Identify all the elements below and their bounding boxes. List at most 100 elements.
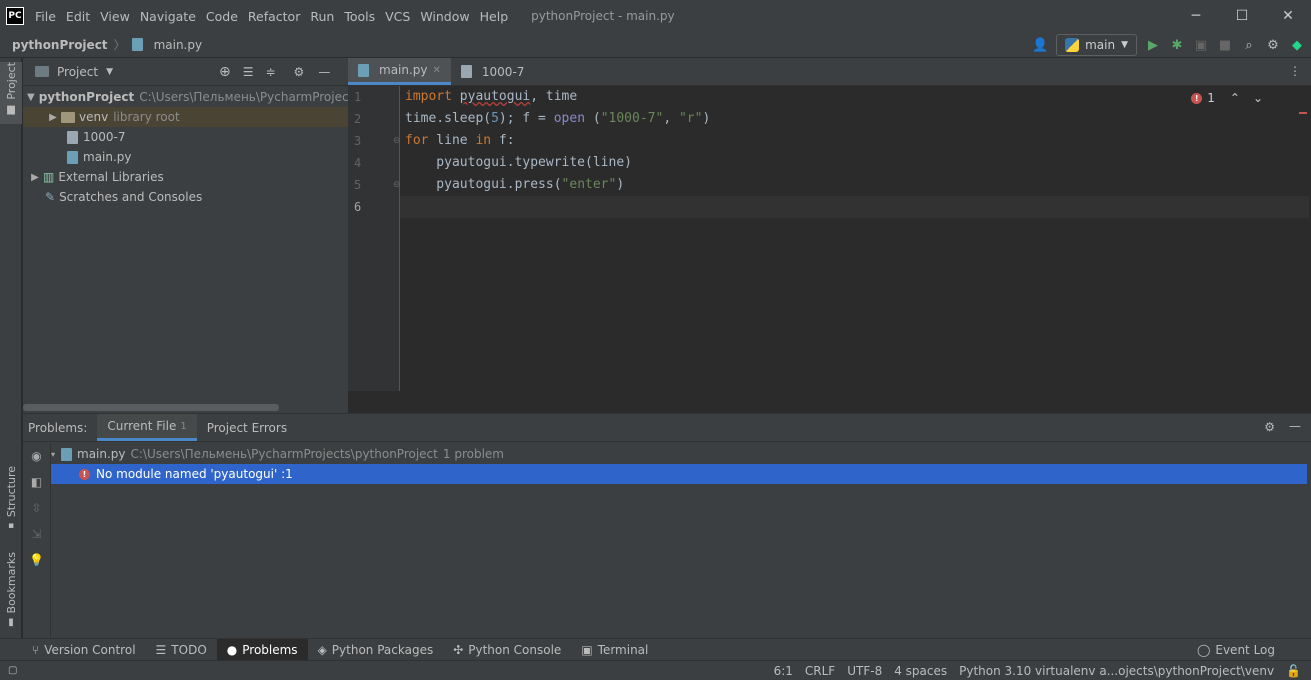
tree-item-external-libraries[interactable]: ▶ ▥ External Libraries <box>23 167 348 187</box>
tree-item-scratches[interactable]: ✎ Scratches and Consoles <box>23 187 348 207</box>
fold-icon[interactable]: ⊖ <box>393 136 401 146</box>
tree-item-venv[interactable]: ▶ venv library root <box>23 107 348 127</box>
menu-code[interactable]: Code <box>201 9 243 24</box>
tool-problems[interactable]: ● Problems <box>216 638 308 661</box>
tab-current-file[interactable]: Current File 1 <box>97 414 197 441</box>
gear-icon[interactable]: ⚙ <box>294 65 305 79</box>
locate-icon[interactable]: ⊕ <box>219 64 231 80</box>
problem-file-row[interactable]: ▾ main.py C:\Users\Пельмень\PycharmProje… <box>51 444 1307 464</box>
lock-icon[interactable]: 🔓 <box>1286 664 1301 678</box>
line-gutter: 1 2 3 4 5 6 ⊖ ⊖ <box>348 86 401 391</box>
close-icon[interactable]: ✕ <box>1265 0 1311 32</box>
tree-item-file-1000-7[interactable]: 1000-7 <box>23 127 348 147</box>
chevron-right-icon[interactable]: ▶ <box>45 112 61 123</box>
hide-icon[interactable]: — <box>1289 419 1301 433</box>
more-options-icon[interactable]: ⋮ <box>1289 64 1301 78</box>
main-menu: File Edit View Navigate Code Refactor Ru… <box>30 9 513 24</box>
eye-icon[interactable]: ◉ <box>23 443 50 469</box>
project-root-path: C:\Users\Пельмень\PycharmProjects <box>139 90 360 104</box>
chevron-down-icon[interactable]: ▼ <box>106 67 113 77</box>
tool-label: TODO <box>171 642 207 657</box>
menu-vcs[interactable]: VCS <box>380 9 415 24</box>
project-view-select[interactable]: Project <box>57 65 98 79</box>
error-indicator[interactable]: ! 1 ⌃ ⌄ <box>1191 91 1263 105</box>
python-interpreter[interactable]: Python 3.10 virtualenv a...ojects\python… <box>959 664 1274 678</box>
gear-icon[interactable]: ⚙ <box>1265 37 1281 53</box>
jetbrains-logo-icon[interactable]: ◆ <box>1289 37 1305 53</box>
user-icon[interactable]: 👤 <box>1032 37 1048 53</box>
tool-python-packages[interactable]: ◈ Python Packages <box>308 643 444 657</box>
tool-terminal[interactable]: ▣ Terminal <box>571 643 658 657</box>
tree-item-project-root[interactable]: ▼ pythonProject C:\Users\Пельмень\Pychar… <box>23 87 360 107</box>
tool-python-console[interactable]: ✣ Python Console <box>443 643 571 657</box>
lightbulb-icon[interactable]: 💡 <box>23 547 50 573</box>
problems-tabs: Problems: Current File 1 Project Errors … <box>23 414 1311 442</box>
expand-all-icon[interactable]: ☰ <box>243 65 254 79</box>
gear-icon[interactable]: ⚙ <box>1264 420 1275 434</box>
tree-item-file-main[interactable]: main.py <box>23 147 348 167</box>
project-tool-tab[interactable]: Project ▆ <box>0 62 22 124</box>
menu-run[interactable]: Run <box>305 9 339 24</box>
code-line-1: import pyautogui, time <box>405 89 578 104</box>
tab-label: Project Errors <box>206 420 288 435</box>
run-icon[interactable]: ▶ <box>1145 37 1161 53</box>
menu-navigate[interactable]: Navigate <box>135 9 201 24</box>
bookmarks-tool-tab[interactable]: Bookmarks ▮ <box>0 552 22 628</box>
run-configuration-select[interactable]: main ▼ <box>1056 34 1137 56</box>
chevron-down-icon[interactable]: ⌄ <box>1253 91 1263 105</box>
menu-edit[interactable]: Edit <box>61 9 95 24</box>
line-separator[interactable]: CRLF <box>805 664 835 678</box>
structure-tool-tab[interactable]: Structure ▪ <box>0 466 22 532</box>
expand-all-icon[interactable]: ⇳ <box>23 495 50 521</box>
menu-help[interactable]: Help <box>475 9 514 24</box>
folder-icon <box>35 66 49 77</box>
tool-event-log[interactable]: ◯ Event Log <box>1187 643 1285 657</box>
preview-icon[interactable]: ◧ <box>23 469 50 495</box>
file-encoding[interactable]: UTF-8 <box>847 664 882 678</box>
problem-error-row[interactable]: ! No module named 'pyautogui' :1 <box>51 464 1307 484</box>
bookmark-icon: ▮ <box>8 617 14 629</box>
project-panel-header: Project ▼ ⊕ ☰ ≑ ⚙ — <box>23 58 348 86</box>
search-icon[interactable]: ⌕ <box>1241 37 1257 53</box>
fold-icon[interactable]: ⊖ <box>393 180 401 190</box>
horizontal-scrollbar[interactable] <box>23 404 279 411</box>
line-number: 6 <box>354 200 362 214</box>
menu-window[interactable]: Window <box>415 9 474 24</box>
tab-main-py[interactable]: main.py ✕ <box>348 58 451 85</box>
breadcrumb-project[interactable]: pythonProject <box>12 38 108 52</box>
chevron-down-icon[interactable]: ▼ <box>27 92 35 103</box>
maximize-icon[interactable]: ☐ <box>1219 0 1265 32</box>
cursor-position[interactable]: 6:1 <box>774 664 793 678</box>
chevron-right-icon[interactable]: ▶ <box>27 172 43 183</box>
collapse-all-icon[interactable]: ≑ <box>265 65 275 79</box>
tool-label: Problems <box>242 642 298 657</box>
menu-tools[interactable]: Tools <box>339 9 380 24</box>
debug-icon[interactable]: ✱ <box>1169 37 1185 53</box>
bottom-tool-bar: ⑂ Version Control ☰ TODO ● Problems ◈ Py… <box>0 638 1311 661</box>
current-line-highlight <box>400 196 1309 218</box>
chevron-up-icon[interactable]: ⌃ <box>1230 91 1240 105</box>
collapse-all-icon[interactable]: ⇲ <box>23 521 50 547</box>
error-stripe-mark[interactable] <box>1299 112 1307 114</box>
hide-icon[interactable]: — <box>318 65 330 79</box>
menu-view[interactable]: View <box>95 9 135 24</box>
tool-version-control[interactable]: ⑂ Version Control <box>22 643 146 657</box>
project-panel: Project ▼ ⊕ ☰ ≑ ⚙ — ▼ pythonProject C:\U… <box>23 58 360 413</box>
menu-file[interactable]: File <box>30 9 61 24</box>
tool-todo[interactable]: ☰ TODO <box>146 643 217 657</box>
chevron-down-icon[interactable]: ▾ <box>51 450 61 459</box>
stop-icon[interactable]: ■ <box>1217 37 1233 53</box>
minimize-icon[interactable]: ─ <box>1173 0 1219 32</box>
menu-refactor[interactable]: Refactor <box>243 9 305 24</box>
indent-setting[interactable]: 4 spaces <box>894 664 947 678</box>
library-icon: ▥ <box>43 170 55 184</box>
run-configuration-label: main <box>1085 38 1116 52</box>
info-icon: ● <box>226 642 238 657</box>
close-icon[interactable]: ✕ <box>433 65 441 76</box>
breadcrumb-file[interactable]: main.py <box>154 38 203 52</box>
toolbar-right: 👤 main ▼ ▶ ✱ ▣ ■ ⌕ ⚙ ◆ <box>1032 32 1305 58</box>
coverage-icon[interactable]: ▣ <box>1193 37 1209 53</box>
tab-project-errors[interactable]: Project Errors <box>197 414 297 441</box>
tab-1000-7[interactable]: 1000-7 <box>451 58 535 85</box>
layout-icon[interactable]: ▢ <box>8 665 17 676</box>
